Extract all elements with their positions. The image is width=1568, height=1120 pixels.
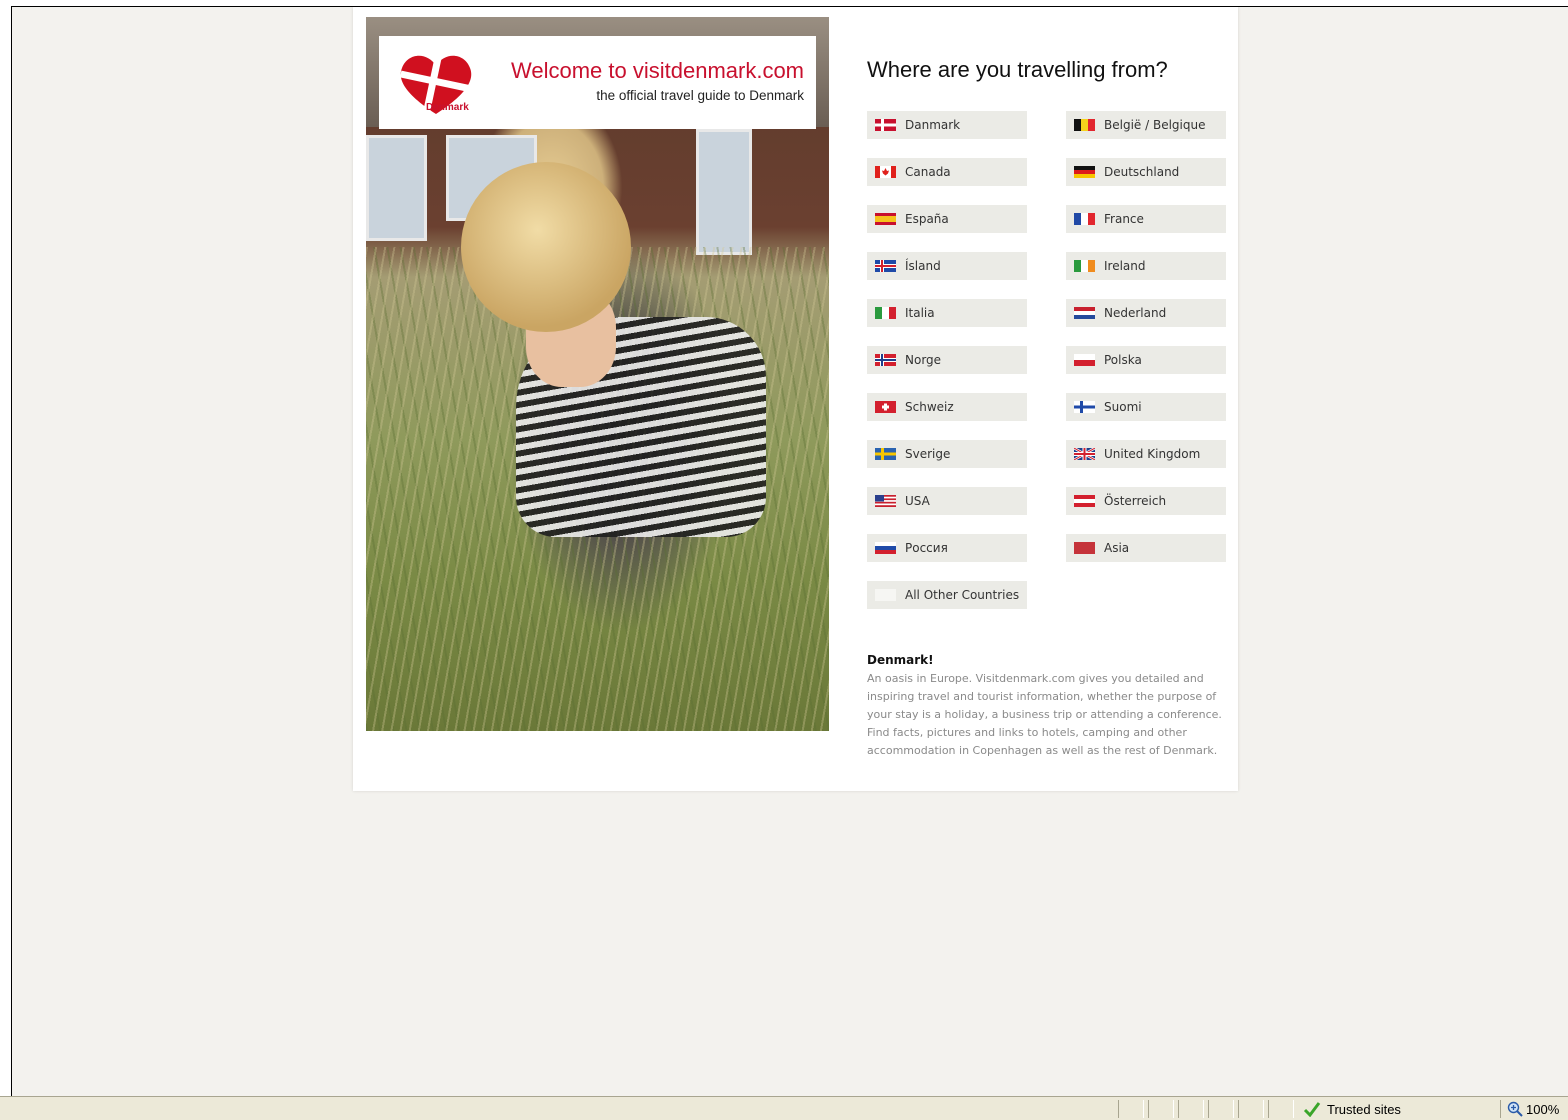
country-label: Deutschland	[1104, 165, 1180, 179]
country-button-nederland[interactable]: Nederland	[1066, 299, 1226, 327]
country-button-danmark[interactable]: Danmark	[867, 111, 1027, 139]
logo-text: Denmark	[426, 102, 469, 113]
flag-ru-icon	[875, 542, 896, 554]
page-title: Where are you travelling from?	[867, 57, 1168, 82]
flag-at-icon	[1074, 495, 1095, 507]
status-pane	[1208, 1100, 1234, 1118]
flag-ch-icon	[875, 401, 896, 413]
flag-us-icon	[875, 495, 896, 507]
country-button-rossiya[interactable]: Россия	[867, 534, 1027, 562]
flag-be-icon	[1074, 119, 1095, 131]
flag-it-icon	[875, 307, 896, 319]
checkmark-icon	[1303, 1102, 1321, 1117]
flag-gb-icon	[1074, 448, 1095, 460]
country-button-france[interactable]: France	[1066, 205, 1226, 233]
country-button-island[interactable]: Ísland	[867, 252, 1027, 280]
country-button-suomi[interactable]: Suomi	[1066, 393, 1226, 421]
zoom-control[interactable]: 100%	[1500, 1100, 1559, 1118]
browser-status-bar: Trusted sites 100%	[0, 1096, 1568, 1120]
country-button-united-kingdom[interactable]: United Kingdom	[1066, 440, 1226, 468]
flag-de-icon	[1074, 166, 1095, 178]
status-pane	[1238, 1100, 1264, 1118]
welcome-banner: Denmark Welcome to visitdenmark.com the …	[379, 36, 816, 129]
country-button-all-other-countries[interactable]: All Other Countries	[867, 581, 1027, 609]
status-pane	[1268, 1100, 1294, 1118]
country-label: España	[905, 212, 949, 226]
country-label: Sverige	[905, 447, 951, 461]
flag-dk-icon	[875, 119, 896, 131]
landing-card: Denmark Welcome to visitdenmark.com the …	[353, 7, 1238, 791]
country-button-italia[interactable]: Italia	[867, 299, 1027, 327]
country-button-norge[interactable]: Norge	[867, 346, 1027, 374]
flag-se-icon	[875, 448, 896, 460]
country-label: Asia	[1104, 541, 1130, 555]
flag-nl-icon	[1074, 307, 1095, 319]
country-button-osterreich[interactable]: Österreich	[1066, 487, 1226, 515]
status-pane	[1178, 1100, 1204, 1118]
browser-viewport: Denmark Welcome to visitdenmark.com the …	[11, 6, 1568, 1096]
zoom-icon	[1507, 1101, 1523, 1117]
welcome-title: Welcome to visitdenmark.com	[510, 58, 804, 83]
zoom-level: 100%	[1526, 1101, 1560, 1117]
flag-ie-icon	[1074, 260, 1095, 272]
country-label: Canada	[905, 165, 951, 179]
country-label: Österreich	[1104, 494, 1167, 508]
country-label: Nederland	[1104, 306, 1167, 320]
flag-is-icon	[875, 260, 896, 272]
status-pane	[1118, 1100, 1144, 1118]
flag-pl-icon	[1074, 354, 1095, 366]
country-label: Suomi	[1104, 400, 1142, 414]
country-button-schweiz[interactable]: Schweiz	[867, 393, 1027, 421]
country-button-sverige[interactable]: Sverige	[867, 440, 1027, 468]
flag-other-icon	[875, 589, 896, 601]
country-button-belgie[interactable]: België / Belgique	[1066, 111, 1226, 139]
about-title: Denmark!	[867, 653, 934, 667]
country-label: USA	[905, 494, 930, 508]
country-label: United Kingdom	[1104, 447, 1201, 461]
country-label: Norge	[905, 353, 942, 367]
country-button-canada[interactable]: Canada	[867, 158, 1027, 186]
country-label: Italia	[905, 306, 935, 320]
country-label: All Other Countries	[905, 588, 1020, 602]
welcome-subtitle: the official travel guide to Denmark	[596, 88, 804, 103]
country-label: Schweiz	[905, 400, 954, 414]
about-text: An oasis in Europe. Visitdenmark.com giv…	[867, 672, 1222, 757]
country-button-asia[interactable]: Asia	[1066, 534, 1226, 562]
country-label: Danmark	[905, 118, 961, 132]
country-label: Ísland	[905, 259, 941, 273]
security-zone-label: Trusted sites	[1327, 1101, 1401, 1117]
flag-ca-icon	[875, 166, 896, 178]
flag-fi-icon	[1074, 401, 1095, 413]
country-button-deutschland[interactable]: Deutschland	[1066, 158, 1226, 186]
country-label: Россия	[905, 541, 948, 555]
flag-es-icon	[875, 213, 896, 225]
country-button-polska[interactable]: Polska	[1066, 346, 1226, 374]
country-label: France	[1104, 212, 1144, 226]
country-label: Ireland	[1104, 259, 1146, 273]
flag-fr-icon	[1074, 213, 1095, 225]
country-button-usa[interactable]: USA	[867, 487, 1027, 515]
country-button-ireland[interactable]: Ireland	[1066, 252, 1226, 280]
flag-no-icon	[875, 354, 896, 366]
country-button-espana[interactable]: España	[867, 205, 1027, 233]
country-label: België / Belgique	[1104, 118, 1206, 132]
status-pane	[1148, 1100, 1174, 1118]
security-zone[interactable]: Trusted sites	[1303, 1100, 1401, 1118]
flag-asia-icon	[1074, 542, 1095, 554]
country-label: Polska	[1104, 353, 1142, 367]
